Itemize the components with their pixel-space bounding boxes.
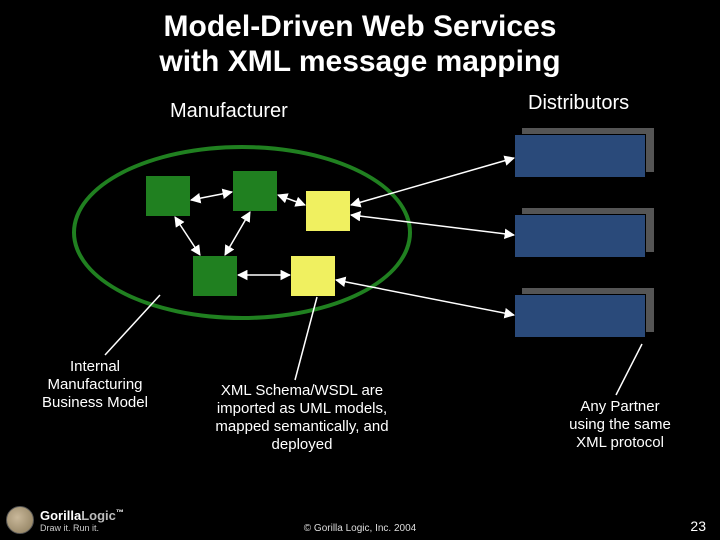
internal-box-1 [145,175,191,217]
mapping-box-1 [305,190,351,232]
page-number: 23 [690,518,706,534]
distributors-label: Distributors [528,92,629,115]
partner-label: Any Partner using the same XML protocol [545,398,695,452]
title-line-2: with XML message mapping [0,45,720,80]
mapping-box-2 [290,255,336,297]
internal-box-2 [232,170,278,212]
distributor-box-1 [514,134,646,178]
internal-model-label: Internal Manufacturing Business Model [20,358,170,412]
manufacturer-label: Manufacturer [170,100,288,123]
internal-box-3 [192,255,238,297]
copyright: © Gorilla Logic, Inc. 2004 [0,523,720,534]
title-line-1: Model-Driven Web Services [0,10,720,45]
slide-title: Model-Driven Web Services with XML messa… [0,0,720,79]
distributor-box-3 [514,294,646,338]
distributor-box-2 [514,214,646,258]
xml-mapping-label: XML Schema/WSDL are imported as UML mode… [192,382,412,454]
